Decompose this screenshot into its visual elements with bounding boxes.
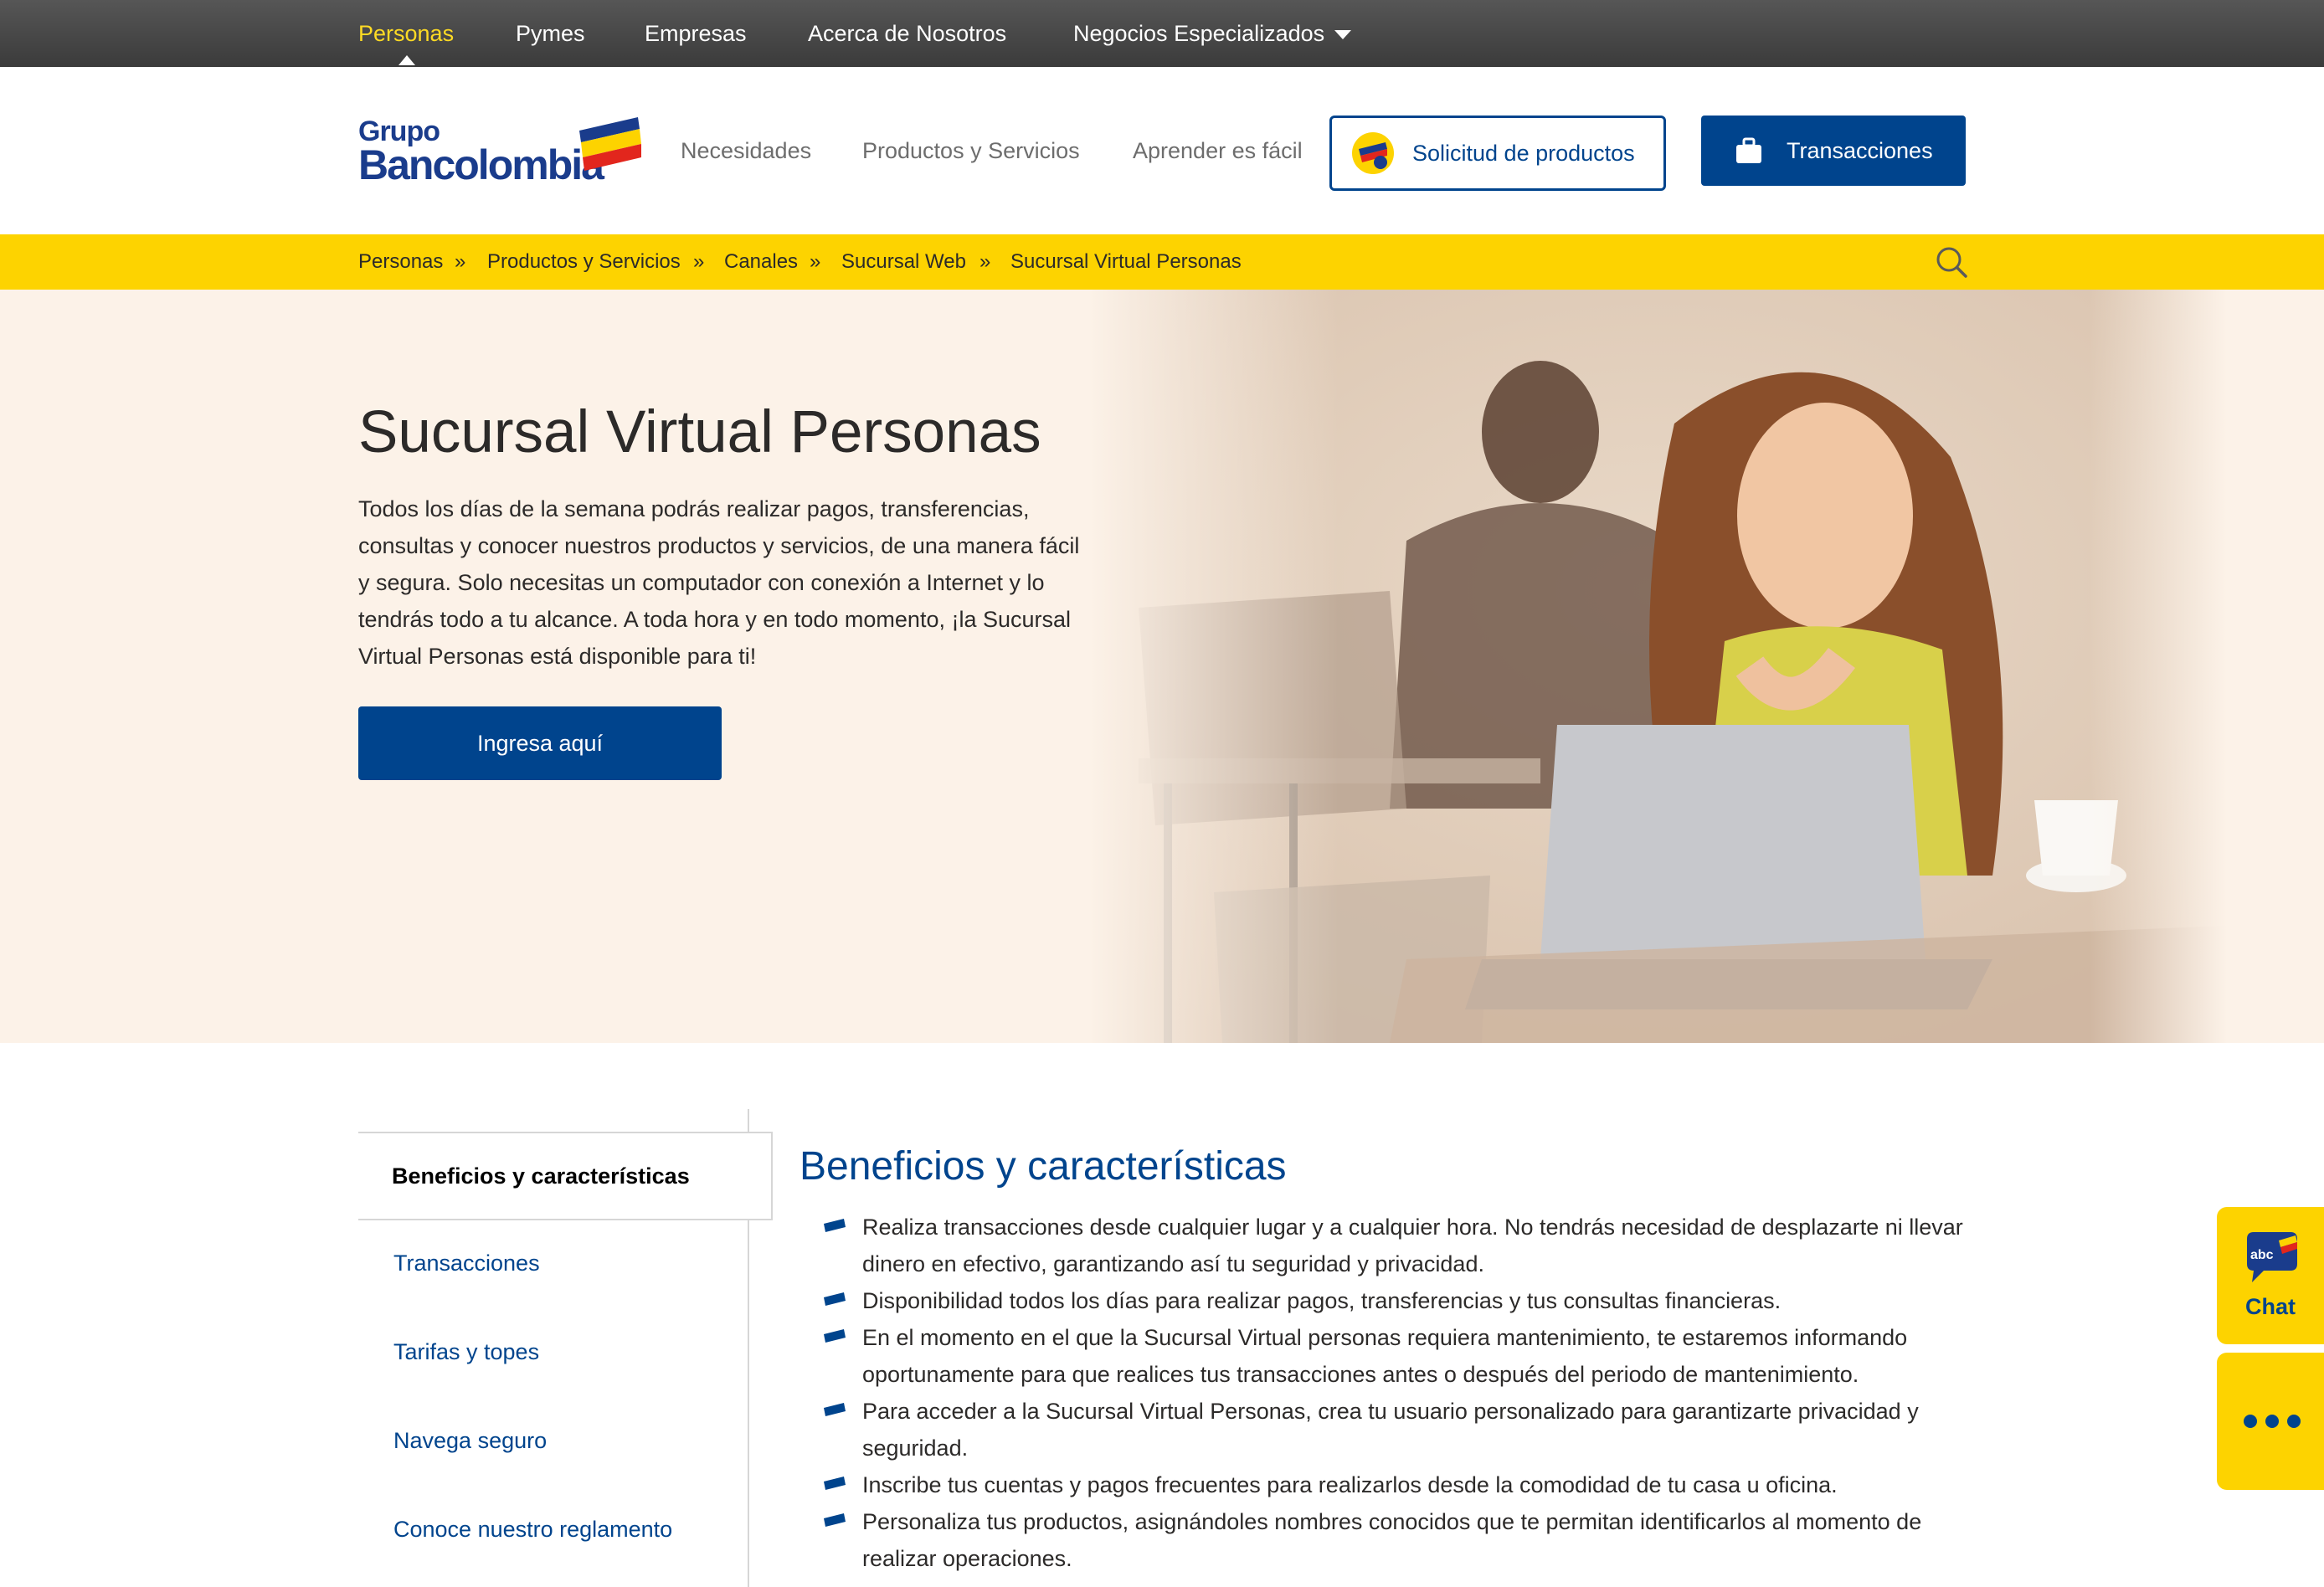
bancolombia-flag-icon xyxy=(579,117,641,171)
solicitud-productos-label: Solicitud de productos xyxy=(1412,140,1635,166)
list-item: Para acceder a la Sucursal Virtual Perso… xyxy=(822,1393,1969,1466)
list-item: Disponibilidad todos los días para reali… xyxy=(822,1282,1969,1319)
sidebar-item-tarifas-topes[interactable]: Tarifas y topes xyxy=(393,1339,539,1365)
sidebar-item-navega-seguro[interactable]: Navega seguro xyxy=(393,1428,547,1454)
hero-banner: Sucursal Virtual Personas Todos los días… xyxy=(0,290,2324,1043)
topnav-negocios-especializados[interactable]: Negocios Especializados xyxy=(1073,0,1352,67)
bullet-icon xyxy=(824,1292,846,1306)
more-dots-icon xyxy=(2244,1415,2301,1428)
breadcrumb-separator: » xyxy=(810,250,821,273)
active-indicator-icon xyxy=(398,55,415,65)
benefits-list: Realiza transacciones desde cualquier lu… xyxy=(822,1209,1969,1577)
topnav-negocios-label: Negocios Especializados xyxy=(1073,21,1325,46)
bullet-icon xyxy=(824,1477,846,1490)
bullet-icon xyxy=(824,1403,846,1416)
benefit-text: Realiza transacciones desde cualquier lu… xyxy=(862,1215,1963,1276)
sidebar-item-transacciones[interactable]: Transacciones xyxy=(393,1251,540,1276)
topnav-acerca[interactable]: Acerca de Nosotros xyxy=(808,0,1006,67)
benefit-text: Disponibilidad todos los días para reali… xyxy=(862,1288,1782,1313)
breadcrumb-current: Sucursal Virtual Personas xyxy=(1010,250,1242,273)
breadcrumb-productos-servicios[interactable]: Productos y Servicios xyxy=(487,234,681,290)
chat-button[interactable]: abc Chat xyxy=(2217,1207,2324,1344)
topnav-pymes[interactable]: Pymes xyxy=(516,0,585,67)
list-item: Realiza transacciones desde cualquier lu… xyxy=(822,1209,1969,1282)
breadcrumb-separator: » xyxy=(455,250,466,273)
chat-badge-text: abc xyxy=(2250,1248,2274,1262)
search-icon[interactable] xyxy=(1934,244,1969,280)
chat-bubble-icon: abc xyxy=(2247,1232,2297,1282)
benefit-text: En el momento en el que la Sucursal Virt… xyxy=(862,1325,1908,1387)
sidebar-item-label: Beneficios y características xyxy=(392,1163,690,1189)
bullet-icon xyxy=(824,1513,846,1527)
bullet-icon xyxy=(824,1219,846,1232)
top-navigation-bar: Personas Pymes Empresas Acerca de Nosotr… xyxy=(0,0,2324,67)
more-options-button[interactable] xyxy=(2217,1353,2324,1490)
bullet-icon xyxy=(824,1329,846,1343)
page-title: Sucursal Virtual Personas xyxy=(358,399,1041,465)
product-request-icon xyxy=(1352,132,1394,174)
bancolombia-logo[interactable]: Grupo Bancolombia xyxy=(358,116,641,188)
breadcrumb-personas[interactable]: Personas xyxy=(358,234,443,290)
list-item: Personaliza tus productos, asignándoles … xyxy=(822,1503,1969,1577)
solicitud-productos-button[interactable]: Solicitud de productos xyxy=(1329,116,1666,191)
list-item: Inscribe tus cuentas y pagos frecuentes … xyxy=(822,1466,1969,1503)
sidebar-item-beneficios[interactable]: Beneficios y características xyxy=(358,1132,773,1220)
breadcrumb: Personas » Productos y Servicios » Canal… xyxy=(0,234,2324,290)
benefit-text: Personaliza tus productos, asignándoles … xyxy=(862,1509,1922,1571)
transacciones-label: Transacciones xyxy=(1787,137,1933,163)
hero-description: Todos los días de la semana podrás reali… xyxy=(358,496,1080,669)
transacciones-button[interactable]: Transacciones xyxy=(1701,116,1966,186)
breadcrumb-separator: » xyxy=(693,250,705,273)
benefit-text: Inscribe tus cuentas y pagos frecuentes … xyxy=(862,1472,1838,1497)
nav-aprender-es-facil[interactable]: Aprender es fácil xyxy=(1133,67,1303,234)
briefcase-icon xyxy=(1736,137,1761,163)
hero-photo xyxy=(1088,290,2227,1043)
sidebar-item-reglamento[interactable]: Conoce nuestro reglamento xyxy=(393,1517,672,1543)
logo-line-2: Bancolombia xyxy=(358,141,604,188)
topnav-empresas[interactable]: Empresas xyxy=(645,0,747,67)
dropdown-caret-icon xyxy=(1334,30,1352,40)
breadcrumb-canales[interactable]: Canales xyxy=(724,234,798,290)
list-item: En el momento en el que la Sucursal Virt… xyxy=(822,1319,1969,1393)
benefit-text: Para acceder a la Sucursal Virtual Perso… xyxy=(862,1399,1919,1461)
section-title: Beneficios y características xyxy=(800,1144,1287,1189)
breadcrumb-separator: » xyxy=(979,250,991,273)
nav-necesidades[interactable]: Necesidades xyxy=(681,67,811,234)
breadcrumb-sucursal-web[interactable]: Sucursal Web xyxy=(841,234,966,290)
chat-label: Chat xyxy=(2245,1294,2296,1319)
nav-productos-servicios[interactable]: Productos y Servicios xyxy=(862,67,1080,234)
ingresa-aqui-button[interactable]: Ingresa aquí xyxy=(358,706,722,780)
